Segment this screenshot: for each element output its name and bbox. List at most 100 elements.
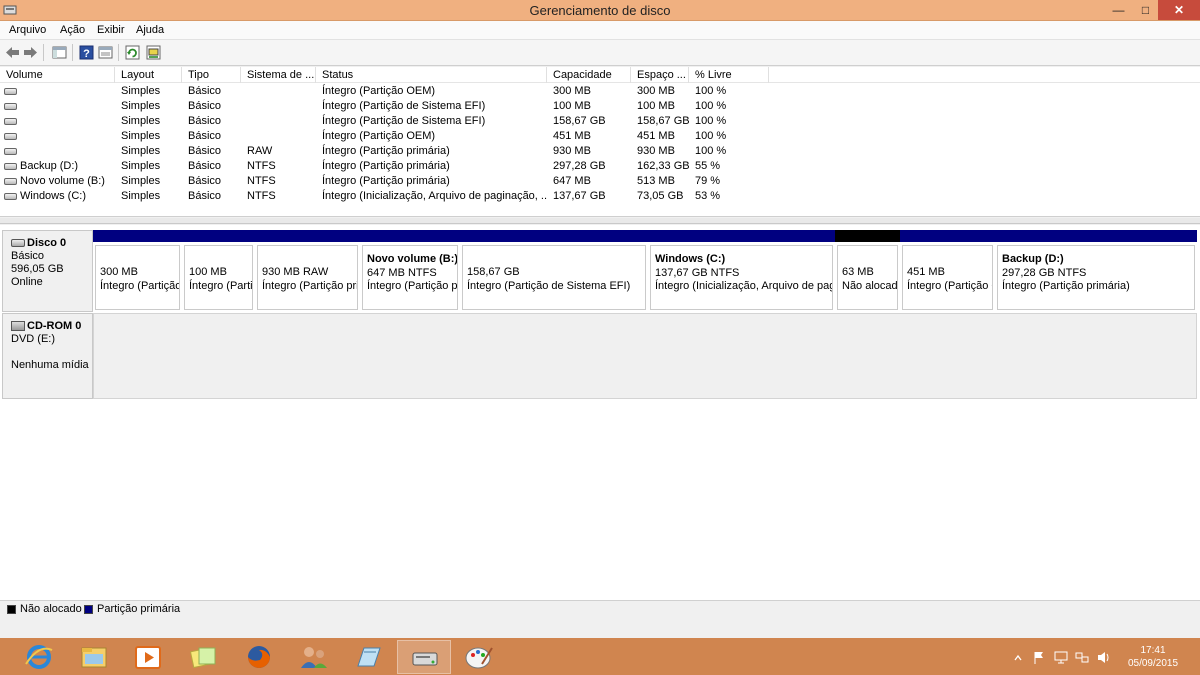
cell-espaco: 73,05 GB	[631, 189, 689, 204]
disk0-type: Básico	[11, 250, 45, 262]
cell-livre: 55 %	[689, 159, 769, 174]
partition-block[interactable]: 930 MB RAWÍntegro (Partição primária)	[255, 230, 360, 312]
partition-block[interactable]: 451 MBÍntegro (Partição OEM)	[900, 230, 995, 312]
menu-ajuda[interactable]: Ajuda	[136, 24, 164, 36]
cell-volume-text: Novo volume (B:)	[20, 175, 105, 187]
refresh-icon[interactable]	[124, 44, 141, 61]
column-livre[interactable]: % Livre	[689, 67, 769, 83]
cell-capacidade-text: 647 MB	[553, 175, 591, 187]
chevron-up-icon[interactable]	[1012, 638, 1024, 675]
cell-volume: Backup (D:)	[0, 159, 115, 174]
table-row[interactable]: Windows (C:) Simples Básico NTFS Íntegro (In…	[0, 189, 1200, 204]
disk0-label[interactable]: Disco 0 Básico 596,05 GB Online	[2, 230, 93, 312]
partition-block[interactable]: Backup (D:) 297,28 GB NTFS Íntegro (Partiç…	[995, 230, 1197, 312]
file-explorer-icon[interactable]	[67, 640, 121, 674]
toolbar: ?	[0, 40, 1200, 66]
help-icon[interactable]: ?	[78, 44, 95, 61]
drive-icon	[4, 117, 17, 125]
cell-tipo: Básico	[182, 189, 241, 204]
console-tree-icon[interactable]	[51, 44, 68, 61]
menu-exibir[interactable]: Exibir	[97, 24, 125, 36]
partition-size: 930 MB RAW	[262, 266, 329, 278]
forward-icon[interactable]	[22, 44, 39, 61]
disk-icon	[11, 239, 25, 248]
table-row[interactable]: Simples Básico Íntegro (Partição OEM) 300 M…	[0, 84, 1200, 99]
users-icon[interactable]	[287, 640, 341, 674]
partition-type-bar	[182, 230, 255, 242]
rescan-icon[interactable]	[145, 44, 162, 61]
cell-espaco: 162,33 GB	[631, 159, 689, 174]
table-row[interactable]: Simples Básico Íntegro (Partição de Sistem…	[0, 99, 1200, 114]
disk-management-icon[interactable]	[397, 640, 451, 674]
paint-icon[interactable]	[452, 640, 506, 674]
column-status[interactable]: Status	[316, 67, 547, 83]
minimize-button[interactable]: —	[1104, 0, 1133, 20]
flag-icon[interactable]	[1032, 638, 1046, 675]
cell-volume	[0, 129, 115, 144]
partition-info: 63 MB Não alocado	[837, 245, 898, 310]
internet-explorer-icon[interactable]	[12, 640, 66, 674]
cell-capacidade-text: 451 MB	[553, 130, 591, 142]
window-title: Gerenciamento de disco	[529, 3, 671, 18]
partition-type-bar	[360, 230, 460, 242]
cell-status-text: Íntegro (Partição OEM)	[322, 130, 436, 142]
table-row[interactable]: Simples Básico Íntegro (Partição de Sistem…	[0, 114, 1200, 129]
legend-primary-swatch	[84, 605, 93, 614]
table-row[interactable]: Backup (D:) Simples Básico NTFS Íntegro (Par…	[0, 159, 1200, 174]
cell-capacidade: 930 MB	[547, 144, 631, 159]
table-row[interactable]: Novo volume (B:) Simples Básico NTFS Íntegro…	[0, 174, 1200, 189]
sticky-notes-icon[interactable]	[177, 640, 231, 674]
cdrom0-label[interactable]: CD-ROM 0 DVD (E:) Nenhuma mídia	[2, 313, 93, 399]
partition-info: Novo volume (B:) 647 MB NTFS Íntegro (Part…	[362, 245, 458, 310]
menu-bar: Arquivo Ação Exibir Ajuda	[0, 21, 1200, 40]
partition-block[interactable]: 158,67 GB Íntegro (Partição de Sistema EF…	[460, 230, 648, 312]
cell-espaco: 451 MB	[631, 129, 689, 144]
pane-splitter[interactable]	[0, 218, 1200, 224]
monitor-icon[interactable]	[1054, 638, 1068, 675]
partition-status: Íntegro (Partição primária)	[367, 280, 458, 292]
menu-acao[interactable]: Ação	[60, 24, 85, 36]
cell-volume	[0, 114, 115, 129]
back-icon[interactable]	[4, 44, 21, 61]
network-icon[interactable]	[1075, 638, 1089, 675]
menu-arquivo[interactable]: Arquivo	[9, 24, 46, 36]
table-row[interactable]: Simples Básico Íntegro (Partição OEM) 451 M…	[0, 129, 1200, 144]
cell-livre-text: 100 %	[695, 130, 727, 142]
partition-block[interactable]: Novo volume (B:) 647 MB NTFS Íntegro (Part…	[360, 230, 460, 312]
column-layout[interactable]: Layout	[115, 67, 182, 83]
book-icon[interactable]	[342, 640, 396, 674]
media-player-icon[interactable]	[122, 640, 176, 674]
cell-livre-text: 100 %	[695, 85, 727, 97]
partition-block[interactable]: 100 MBÍntegro (Partição de Sistema EFI)	[182, 230, 255, 312]
properties-icon[interactable]	[97, 44, 114, 61]
column-volume[interactable]: Volume	[0, 67, 115, 83]
column-sistema[interactable]: Sistema de ...	[241, 67, 316, 83]
cdrom0-area[interactable]	[93, 313, 1197, 399]
cell-status: Íntegro (Partição de Sistema EFI)	[316, 99, 547, 114]
cell-layout: Simples	[115, 99, 182, 114]
table-row[interactable]: Simples Básico RAW Íntegro (Partição primár…	[0, 144, 1200, 159]
close-button[interactable]: ✕	[1158, 0, 1200, 20]
cell-volume	[0, 144, 115, 159]
partition-block[interactable]: Windows (C:) 137,67 GB NTFS Íntegro (Inici…	[648, 230, 835, 312]
column-espaco[interactable]: Espaço ...	[631, 67, 689, 83]
maximize-button[interactable]: □	[1131, 0, 1160, 20]
cell-tipo-text: Básico	[188, 160, 222, 172]
system-clock[interactable]: 17:41 05/09/2015	[1120, 644, 1186, 670]
cell-espaco-text: 158,67 GB	[637, 115, 689, 127]
column-capacidade[interactable]: Capacidade	[547, 67, 631, 83]
svg-text:?: ?	[83, 48, 90, 60]
cell-sistema	[241, 84, 316, 99]
cell-status-text: Íntegro (Inicialização, Arquivo de pagin…	[322, 190, 547, 202]
partition-block[interactable]: 300 MBÍntegro (Partição OEM)	[93, 230, 182, 312]
partition-block[interactable]: 63 MB Não alocado	[835, 230, 900, 312]
cell-layout-text: Simples	[121, 190, 161, 202]
cell-capacidade-text: 137,67 GB	[553, 190, 606, 202]
firefox-icon[interactable]	[232, 640, 286, 674]
cell-tipo-text: Básico	[188, 100, 222, 112]
cell-volume-text: Backup (D:)	[20, 160, 79, 172]
column-tipo[interactable]: Tipo	[182, 67, 241, 83]
volume-icon[interactable]	[1096, 638, 1110, 675]
cell-capacidade: 647 MB	[547, 174, 631, 189]
cell-layout-text: Simples	[121, 160, 161, 172]
